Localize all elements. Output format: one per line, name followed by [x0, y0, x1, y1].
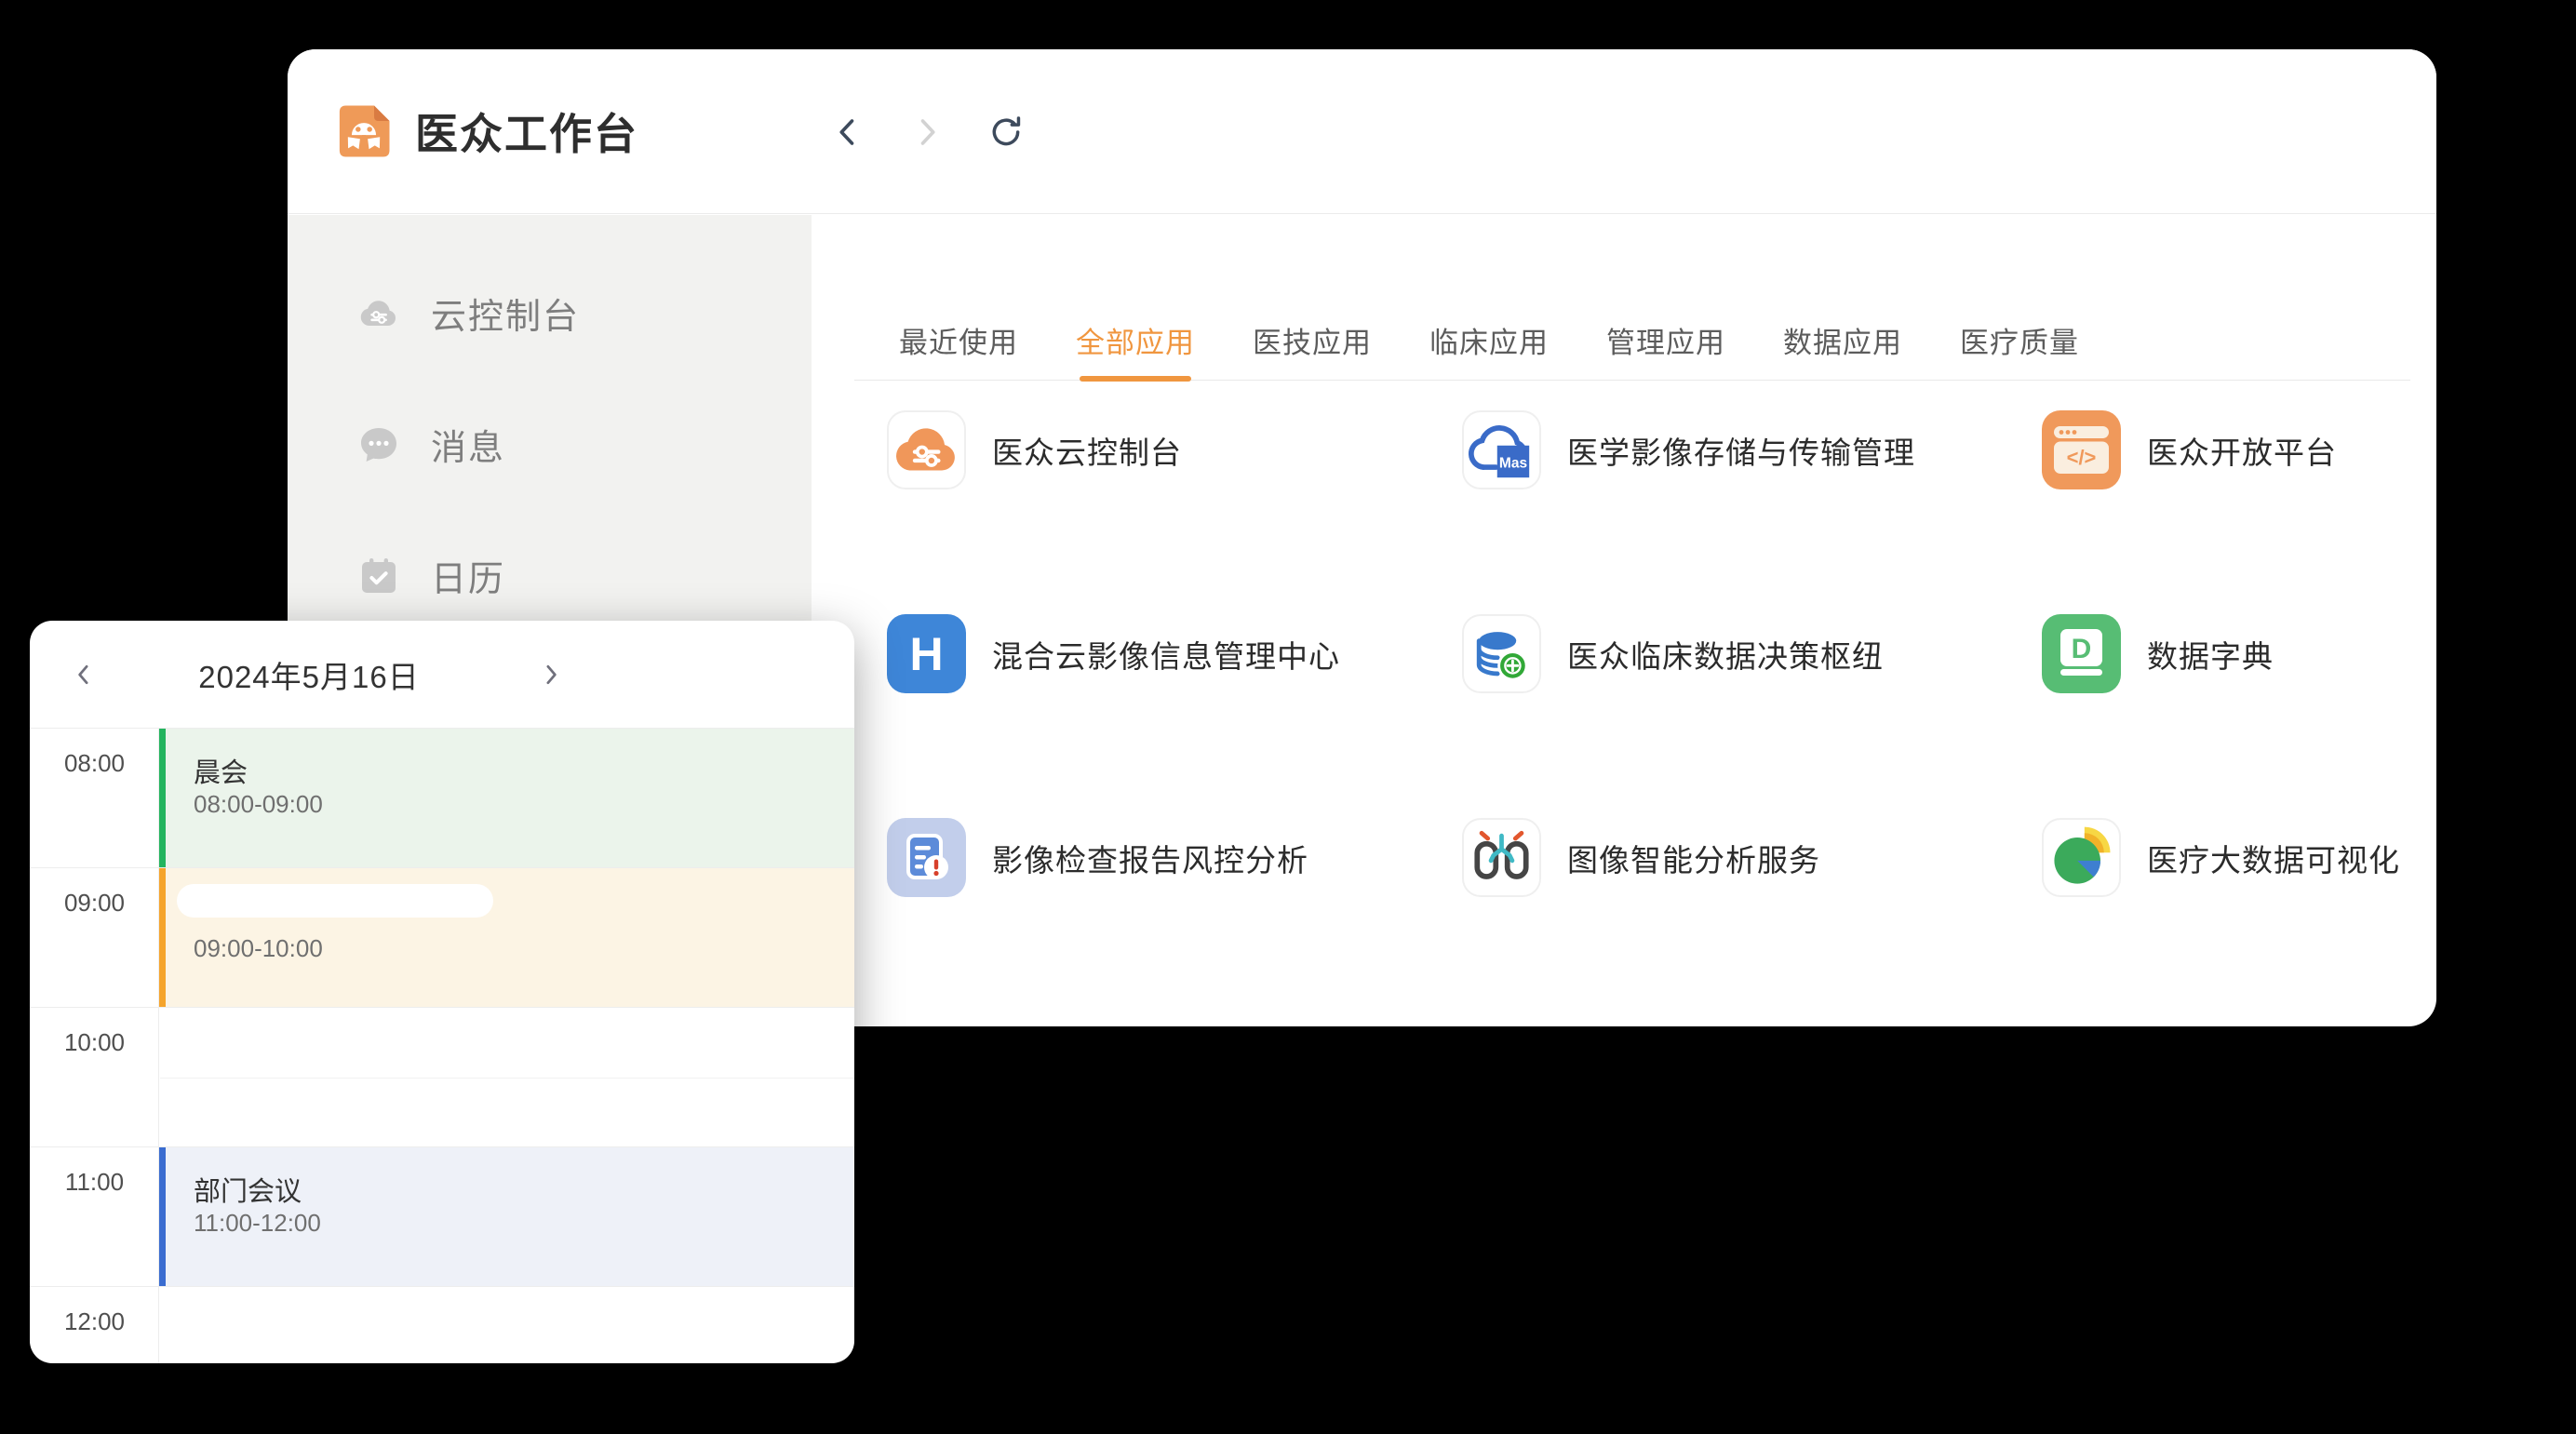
tab-recent[interactable]: 最近使用 — [899, 319, 1018, 380]
event-department-meeting[interactable]: 部门会议 11:00-12:00 — [159, 1147, 854, 1286]
calendar-check-icon — [356, 554, 401, 598]
tab-all-apps[interactable]: 全部应用 — [1076, 319, 1195, 380]
tab-data-apps[interactable]: 数据应用 — [1783, 319, 1902, 380]
code-glyph: </> — [2067, 446, 2097, 469]
app-clinical-data-hub[interactable]: 医众临床数据决策枢纽 — [1462, 614, 1884, 693]
sidebar-item-label: 云控制台 — [431, 288, 580, 339]
app-label: 数据字典 — [2147, 632, 2274, 677]
app-label: 医疗大数据可视化 — [2147, 836, 2400, 880]
calendar-date: 2024年5月16日 — [137, 621, 481, 728]
event-redacted[interactable]: 09:00-10:00 — [159, 868, 854, 1007]
event-color-bar — [159, 868, 166, 1007]
app-label: 混合云影像信息管理中心 — [992, 632, 1340, 677]
app-report-risk-analysis[interactable]: 影像检查报告风控分析 — [887, 818, 1308, 897]
app-cloud-console[interactable]: 医众云控制台 — [887, 410, 1182, 489]
app-open-platform[interactable]: </> 医众开放平台 — [2042, 410, 2337, 489]
time-label: 10:00 — [30, 1008, 159, 1078]
tab-management-apps[interactable]: 管理应用 — [1606, 319, 1725, 380]
app-image-ai-service[interactable]: 图像智能分析服务 — [1462, 818, 1820, 897]
time-label: 11:00 — [30, 1147, 159, 1217]
d-glyph: D — [2072, 634, 2092, 664]
app-image-storage[interactable]: Mas 医学影像存储与传输管理 — [1462, 410, 1915, 489]
event-title-redacted — [177, 884, 493, 918]
event-time: 09:00-10:00 — [194, 934, 323, 963]
blue-h-tile-icon: H — [887, 614, 966, 693]
sidebar-item-cloud-console[interactable]: 云控制台 — [288, 248, 812, 379]
prev-day-button[interactable] — [56, 621, 112, 728]
calendar-header: 2024年5月16日 — [30, 621, 854, 728]
sidebar-item-label: 消息 — [431, 419, 505, 470]
half-hour-line — [160, 1078, 854, 1079]
hour-row[interactable]: 12:00 — [30, 1286, 854, 1363]
message-bubble-icon — [356, 422, 401, 467]
time-label: 12:00 — [30, 1287, 159, 1357]
app-data-dictionary[interactable]: D 数据字典 — [2042, 614, 2274, 693]
pie-chart-icon — [2042, 818, 2121, 897]
tab-bar: 最近使用 全部应用 医技应用 临床应用 管理应用 数据应用 医疗质量 — [854, 215, 2410, 381]
forward-button[interactable] — [909, 114, 945, 150]
database-plus-icon — [1462, 614, 1541, 693]
sidebar-item-messages[interactable]: 消息 — [288, 379, 812, 510]
time-label: 09:00 — [30, 868, 159, 938]
event-time: 11:00-12:00 — [194, 1209, 321, 1238]
app-big-data-visualization[interactable]: 医疗大数据可视化 — [2042, 818, 2400, 897]
event-morning-meeting[interactable]: 晨会 08:00-09:00 — [159, 729, 854, 867]
calendar-day-view: 08:00 09:00 10:00 11:00 12:00 晨会 08:00-0… — [30, 728, 854, 1363]
calendar-popup: 2024年5月16日 08:00 09:00 10:00 11:00 12:00… — [30, 621, 854, 1363]
app-label: 医众开放平台 — [2147, 428, 2337, 473]
event-time: 08:00-09:00 — [194, 790, 323, 819]
back-button[interactable] — [830, 114, 865, 150]
app-label: 医众临床数据决策枢纽 — [1567, 632, 1884, 677]
next-day-button[interactable] — [523, 621, 579, 728]
nav-buttons — [830, 49, 1024, 214]
time-label: 08:00 — [30, 729, 159, 798]
h-glyph: H — [909, 627, 943, 681]
blue-cloud-mas-icon: Mas — [1462, 410, 1541, 489]
app-logo-icon — [333, 101, 395, 162]
refresh-button[interactable] — [988, 114, 1024, 150]
tab-clinical-apps[interactable]: 临床应用 — [1429, 319, 1549, 380]
green-dictionary-icon: D — [2042, 614, 2121, 693]
tab-medtech-apps[interactable]: 医技应用 — [1253, 319, 1372, 380]
app-label: 影像检查报告风控分析 — [992, 836, 1308, 880]
event-color-bar — [159, 1147, 166, 1286]
app-title: 医众工作台 — [415, 101, 638, 162]
app-hybrid-cloud-center[interactable]: H 混合云影像信息管理中心 — [887, 614, 1340, 693]
mas-badge-text: Mas — [1499, 455, 1527, 471]
event-color-bar — [159, 729, 166, 867]
app-grid: 医众云控制台 Mas 医学影像存储与传输管理 </> — [887, 410, 2413, 1025]
cloud-settings-icon — [356, 291, 401, 336]
event-title: 晨会 — [194, 751, 248, 790]
tab-quality[interactable]: 医疗质量 — [1960, 319, 2079, 380]
hour-row[interactable]: 10:00 — [30, 1007, 854, 1146]
sidebar-item-label: 日历 — [431, 550, 505, 601]
orange-cloud-sliders-icon — [887, 410, 966, 489]
app-label: 医学影像存储与传输管理 — [1567, 428, 1915, 473]
orange-code-window-icon: </> — [2042, 410, 2121, 489]
event-title: 部门会议 — [194, 1170, 302, 1209]
lungs-icon — [1462, 818, 1541, 897]
report-alert-icon — [887, 818, 966, 897]
window-header: 医众工作台 — [288, 49, 2436, 214]
app-label: 医众云控制台 — [992, 428, 1182, 473]
app-label: 图像智能分析服务 — [1567, 836, 1820, 880]
